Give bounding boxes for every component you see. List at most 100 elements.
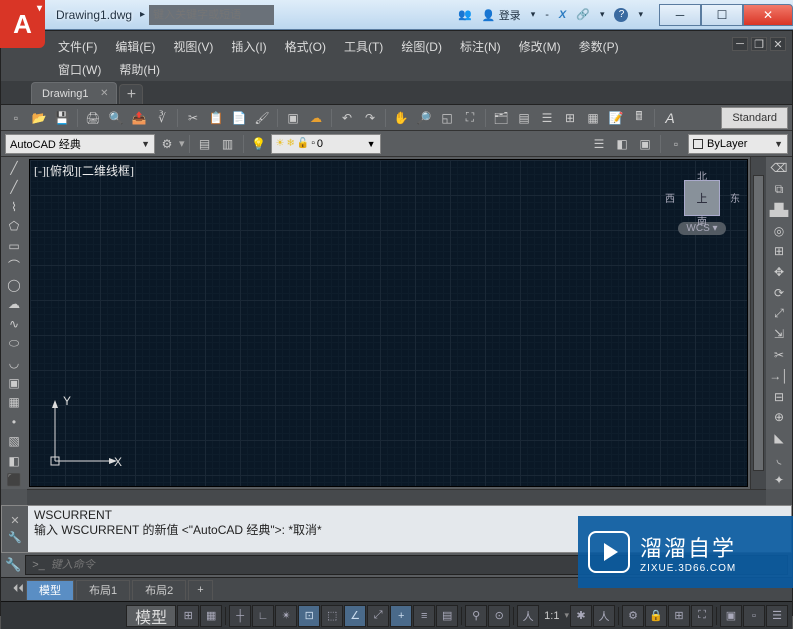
menu-insert[interactable]: 插入(I) <box>222 35 275 58</box>
menu-tools[interactable]: 工具(T) <box>335 35 392 58</box>
doc-restore-button[interactable]: ❐ <box>751 37 767 51</box>
zoom-extents-icon[interactable]: ⛶ <box>459 107 481 129</box>
mirror-icon[interactable]: ▟▙ <box>768 201 790 220</box>
properties-icon[interactable]: ☰ <box>536 107 558 129</box>
workspace-select[interactable]: AutoCAD 经典 ▼ <box>5 134 155 154</box>
cmd-config-icon[interactable]: 🔧 <box>8 531 22 544</box>
maximize-button[interactable]: ☐ <box>701 4 743 26</box>
doc-close-button[interactable]: ✕ <box>770 37 786 51</box>
wrench-icon[interactable]: 🔧 <box>5 557 21 573</box>
layer-match-icon[interactable]: ▣ <box>634 133 656 155</box>
layer-off-icon[interactable]: ◧ <box>611 133 633 155</box>
vertical-scrollbar[interactable] <box>750 157 766 489</box>
erase-icon[interactable]: ⌫ <box>768 159 790 178</box>
pan-icon[interactable]: ✋ <box>390 107 412 129</box>
minimize-button[interactable]: ─ <box>659 4 701 26</box>
qat-play-icon[interactable]: ▸ <box>140 9 145 20</box>
polygon-icon[interactable]: ⬠ <box>3 218 25 236</box>
redo-icon[interactable]: ↷ <box>359 107 381 129</box>
extend-icon[interactable]: →│ <box>768 367 790 386</box>
ellipse-arc-icon[interactable]: ◡ <box>3 354 25 372</box>
bulb-icon[interactable]: 💡 <box>248 133 270 155</box>
break-icon[interactable]: ⊟ <box>768 387 790 406</box>
copy-obj-icon[interactable]: ⧉ <box>768 180 790 199</box>
style-select[interactable]: Standard <box>721 107 788 129</box>
viewcube-face[interactable]: 上 <box>684 180 720 216</box>
exchange-x-icon[interactable]: X <box>559 9 566 21</box>
join-icon[interactable]: ⊕ <box>768 408 790 427</box>
menu-draw[interactable]: 绘图(D) <box>392 35 451 58</box>
print-icon[interactable]: 🖨 <box>82 107 104 129</box>
match-icon[interactable]: 🖌 <box>251 107 273 129</box>
paste-icon[interactable]: 📄 <box>228 107 250 129</box>
signin-button[interactable]: 👤 登录 <box>482 7 521 23</box>
zoom-icon[interactable]: 🔎 <box>413 107 435 129</box>
pline-icon[interactable]: ⌇ <box>3 198 25 216</box>
help-search[interactable] <box>149 5 274 25</box>
menu-edit[interactable]: 编辑(E) <box>106 35 164 58</box>
open-icon[interactable]: 📂 <box>28 107 50 129</box>
viewcube-s[interactable]: 南 <box>697 213 707 228</box>
help-icon[interactable]: ? <box>614 8 628 22</box>
copy-icon[interactable]: 📋 <box>205 107 227 129</box>
offset-icon[interactable]: ◎ <box>768 221 790 240</box>
line-icon[interactable]: ╱ <box>3 159 25 177</box>
menu-file[interactable]: 文件(F) <box>49 35 106 58</box>
drawing-viewport[interactable]: [-][俯视][二维线框] 北 南 西 东 上 WCS ▾ Y X <box>29 159 748 487</box>
tool-palette-icon[interactable]: ▦ <box>582 107 604 129</box>
workspace-gear-icon[interactable]: ⚙ <box>156 133 178 155</box>
explode-icon[interactable]: ✦ <box>768 470 790 489</box>
ellipse-icon[interactable]: ⬭ <box>3 335 25 353</box>
cloud-icon[interactable]: ☁ <box>305 107 327 129</box>
add-layout-button[interactable]: + <box>188 580 212 600</box>
calc-icon[interactable]: 🖩 <box>628 107 650 129</box>
menu-window[interactable]: 窗口(W) <box>49 58 110 81</box>
block-icon[interactable]: ▣ <box>282 107 304 129</box>
document-tab[interactable]: Drawing1 ✕ <box>31 82 117 104</box>
trim-icon[interactable]: ✂ <box>768 346 790 365</box>
layer-manager-icon[interactable]: ▤ <box>194 133 216 155</box>
fillet-icon[interactable]: ◟ <box>768 450 790 469</box>
new-tab-button[interactable]: + <box>119 84 143 104</box>
viewcube-n[interactable]: 北 <box>697 168 707 183</box>
viewport-label[interactable]: [-][俯视][二维线框] <box>34 162 134 179</box>
color-square-icon[interactable]: ▫ <box>665 133 687 155</box>
xline-icon[interactable]: ╱ <box>3 179 25 197</box>
save-icon[interactable]: 💾 <box>51 107 73 129</box>
tab-scroll-left-icon[interactable]: ⏴⏴ <box>11 583 26 596</box>
menu-format[interactable]: 格式(O) <box>276 35 335 58</box>
text-style-icon[interactable]: A <box>659 107 681 129</box>
publish-icon[interactable]: 📤 <box>128 107 150 129</box>
close-button[interactable]: ✕ <box>743 4 793 26</box>
layer-props-icon[interactable]: ▤ <box>513 107 535 129</box>
help-search-input[interactable] <box>153 9 270 21</box>
model-tab[interactable]: 模型 <box>26 580 74 600</box>
menu-dimension[interactable]: 标注(N) <box>451 35 510 58</box>
gradient-icon[interactable]: ◧ <box>3 452 25 470</box>
app-logo[interactable]: A▾ <box>0 0 45 48</box>
design-center-icon[interactable]: ⊞ <box>559 107 581 129</box>
layout1-tab[interactable]: 布局1 <box>76 580 130 600</box>
layer-iso-icon[interactable]: ☰ <box>588 133 610 155</box>
arc-icon[interactable]: ⌒ <box>3 257 25 275</box>
viewcube-w[interactable]: 西 <box>665 190 675 205</box>
stretch-icon[interactable]: ⇲ <box>768 325 790 344</box>
menu-modify[interactable]: 修改(M) <box>510 35 570 58</box>
horizontal-scrollbar[interactable] <box>27 489 766 505</box>
sheetset-icon[interactable]: 🗂 <box>490 107 512 129</box>
revcloud-icon[interactable]: ☁ <box>3 296 25 314</box>
menu-help[interactable]: 帮助(H) <box>110 58 169 81</box>
infocenter-icon[interactable]: 👥 <box>458 8 472 21</box>
cut-icon[interactable]: ✂ <box>182 107 204 129</box>
array-icon[interactable]: ⊞ <box>768 242 790 261</box>
zoom-window-icon[interactable]: ◱ <box>436 107 458 129</box>
hatch-icon[interactable]: ▧ <box>3 432 25 450</box>
insert-block-icon[interactable]: ▣ <box>3 374 25 392</box>
cmd-close-icon[interactable]: ✕ <box>10 514 19 527</box>
menu-view[interactable]: 视图(V) <box>164 35 222 58</box>
point-icon[interactable]: • <box>3 413 25 431</box>
region-icon[interactable]: ⬛ <box>3 472 25 490</box>
spline-icon[interactable]: ∿ <box>3 315 25 333</box>
menu-parametric[interactable]: 参数(P) <box>570 35 628 58</box>
rotate-icon[interactable]: ⟳ <box>768 284 790 303</box>
